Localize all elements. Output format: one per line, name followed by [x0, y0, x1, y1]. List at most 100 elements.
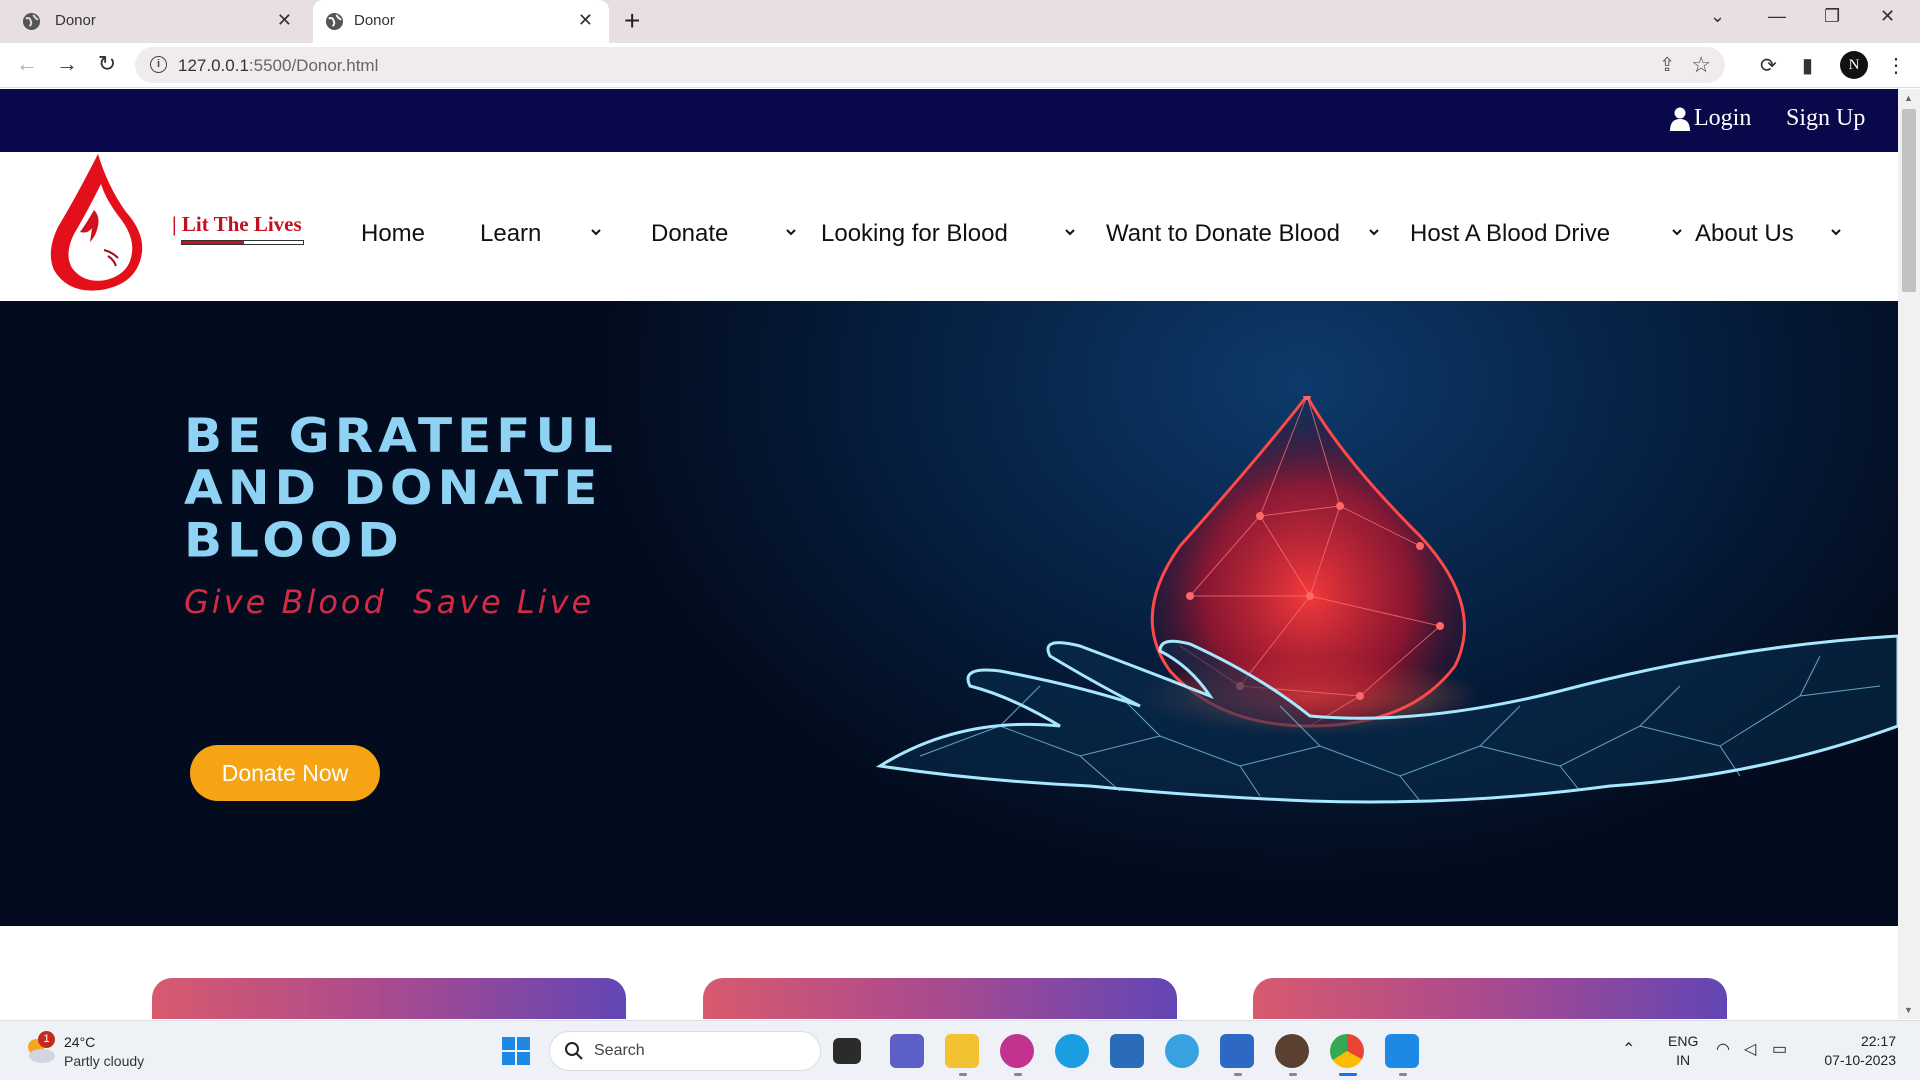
browser-tab[interactable]: Donor ✕ [0, 0, 308, 43]
user-icon [1670, 107, 1690, 131]
url-text[interactable]: 127.0.0.1:5500/Donor.html [178, 56, 378, 76]
chevron-down-icon[interactable] [785, 226, 797, 238]
chevron-up-icon[interactable]: ⌃ [1622, 1039, 1635, 1059]
hero-title-line: BE GRATEFUL [184, 408, 618, 464]
nav-want-to-donate[interactable]: Want to Donate Blood [1106, 220, 1340, 248]
microsoft-store-icon[interactable] [1110, 1034, 1144, 1068]
hero-banner: BE GRATEFUL AND DONATE BLOOD Give Blood … [0, 301, 1898, 926]
windows-taskbar: 1 24°C Partly cloudy Search ⌃ ENG IN ◠ ◁… [0, 1020, 1920, 1080]
wps-office-icon[interactable] [1000, 1034, 1034, 1068]
windows-start-icon[interactable] [501, 1036, 531, 1066]
language-indicator[interactable]: ENG IN [1668, 1032, 1698, 1070]
site-info-icon[interactable]: i [150, 56, 167, 73]
donate-now-button[interactable]: Donate Now [190, 745, 380, 801]
url-path: :5500/Donor.html [248, 56, 379, 75]
nav-home[interactable]: Home [361, 220, 425, 248]
weather-temperature: 24°C [64, 1034, 96, 1050]
bookmark-star-icon[interactable]: ☆ [1691, 52, 1711, 78]
photos-icon[interactable] [1385, 1034, 1419, 1068]
more-menu-icon[interactable]: ⋮ [1886, 53, 1906, 78]
weather-condition: Partly cloudy [64, 1053, 145, 1069]
feature-card[interactable] [1253, 978, 1727, 1019]
wifi-icon[interactable]: ◠ [1716, 1039, 1730, 1059]
volume-icon[interactable]: ◁ [1744, 1039, 1756, 1059]
search-icon [565, 1042, 583, 1060]
running-indicator [959, 1073, 967, 1076]
scroll-down-arrow-icon[interactable]: ▼ [1904, 1005, 1913, 1015]
nav-about-us[interactable]: About Us [1695, 220, 1794, 248]
chevron-down-icon[interactable] [1671, 226, 1683, 238]
chevron-down-icon[interactable] [1064, 226, 1076, 238]
chevron-down-icon[interactable] [590, 226, 602, 238]
teams-chat-icon[interactable] [890, 1034, 924, 1068]
blood-drop-logo[interactable] [46, 152, 146, 292]
url-host: 127.0.0.1 [178, 56, 249, 75]
language-code: ENG [1668, 1033, 1699, 1049]
login-link[interactable]: Login [1670, 105, 1751, 132]
feature-card[interactable] [703, 978, 1177, 1019]
close-icon[interactable]: ✕ [578, 10, 593, 31]
tab-search-chevron-icon[interactable]: ⌄ [1710, 6, 1725, 27]
chevron-down-icon[interactable] [1368, 226, 1380, 238]
browser-tab-bar: Donor ✕ Donor ✕ + ⌄ — ❐ ✕ [0, 0, 1920, 43]
brand-name[interactable]: | Lit The Lives [172, 212, 302, 237]
site-header: | Lit The Lives Home Learn Donate Lookin… [0, 152, 1898, 301]
forward-arrow-icon[interactable]: → [53, 51, 81, 77]
notification-badge: 1 [38, 1031, 55, 1048]
weather-widget[interactable]: 1 24°C Partly cloudy [22, 1031, 182, 1073]
chevron-down-icon[interactable] [1830, 226, 1842, 238]
clock-time: 22:17 [1860, 1033, 1896, 1049]
new-tab-icon[interactable]: + [624, 6, 640, 36]
hand-holding-blood-drop-illustration [875, 396, 1898, 804]
brand-underline [181, 240, 304, 245]
extension-icon[interactable]: ⟳ [1760, 53, 1777, 78]
window-close-icon[interactable]: ✕ [1880, 6, 1895, 27]
remote-app-icon[interactable] [1220, 1034, 1254, 1068]
web-page: Login Sign Up | Lit The Lives Home Learn… [0, 89, 1898, 1019]
side-panel-icon[interactable]: ▮ [1802, 53, 1813, 78]
feature-card[interactable] [152, 978, 626, 1019]
task-view-icon[interactable] [833, 1038, 861, 1064]
game-app-icon[interactable] [1275, 1034, 1309, 1068]
address-bar[interactable]: i 127.0.0.1:5500/Donor.html ⇪ ☆ [135, 47, 1725, 83]
chrome-icon[interactable] [1330, 1034, 1364, 1068]
page-scrollbar[interactable]: ▲ ▼ [1898, 89, 1920, 1019]
browser-tab-active[interactable]: Donor ✕ [313, 0, 609, 43]
hero-title: BE GRATEFUL AND DONATE BLOOD [184, 410, 618, 567]
globe-icon [22, 12, 41, 31]
system-clock[interactable]: 22:17 07-10-2023 [1816, 1032, 1896, 1070]
close-icon[interactable]: ✕ [277, 10, 292, 31]
edge-browser-icon[interactable] [1055, 1034, 1089, 1068]
file-explorer-icon[interactable] [945, 1034, 979, 1068]
app-icon[interactable] [1165, 1034, 1199, 1068]
running-indicator [1014, 1073, 1022, 1076]
nav-looking-for-blood[interactable]: Looking for Blood [821, 220, 1008, 248]
browser-toolbar: ← → ↻ i 127.0.0.1:5500/Donor.html ⇪ ☆ ⟳ … [0, 43, 1920, 88]
top-bar: Login Sign Up [0, 89, 1898, 152]
feature-cards-row [0, 926, 1898, 1019]
scroll-up-arrow-icon[interactable]: ▲ [1904, 93, 1913, 103]
signup-link[interactable]: Sign Up [1786, 105, 1865, 132]
login-label: Login [1694, 105, 1752, 131]
hero-title-line: AND DONATE [184, 460, 603, 516]
globe-icon [325, 12, 344, 31]
clock-date: 07-10-2023 [1824, 1052, 1896, 1068]
scrollbar-thumb[interactable] [1902, 109, 1916, 292]
search-placeholder: Search [594, 1042, 645, 1059]
nav-donate[interactable]: Donate [651, 220, 728, 248]
battery-icon[interactable]: ▭ [1772, 1039, 1787, 1059]
reload-icon[interactable]: ↻ [93, 51, 121, 77]
hero-title-line: BLOOD [184, 512, 404, 568]
taskbar-search[interactable]: Search [549, 1031, 821, 1071]
active-indicator [1339, 1073, 1357, 1076]
share-icon[interactable]: ⇪ [1659, 54, 1675, 77]
nav-learn[interactable]: Learn [480, 220, 541, 248]
nav-host-blood-drive[interactable]: Host A Blood Drive [1410, 220, 1610, 248]
running-indicator [1234, 1073, 1242, 1076]
running-indicator [1399, 1073, 1407, 1076]
tab-title: Donor [55, 12, 96, 29]
restore-icon[interactable]: ❐ [1824, 6, 1840, 27]
profile-avatar[interactable]: N [1840, 51, 1868, 79]
minimize-icon[interactable]: — [1768, 6, 1786, 27]
back-arrow-icon[interactable]: ← [13, 51, 41, 77]
